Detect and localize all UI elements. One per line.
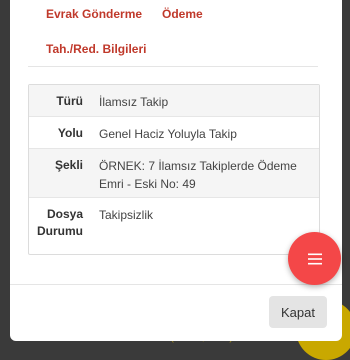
row-label: Şekli bbox=[54, 158, 83, 172]
details-table: Türü İlamsız Takip Yolu Genel Haciz Yolu… bbox=[28, 84, 320, 255]
table-row: Türü İlamsız Takip bbox=[29, 85, 319, 117]
file-detail-modal: Evrak Gönderme Ödeme Tah./Red. Bilgileri… bbox=[10, 0, 342, 341]
menu-fab-button[interactable] bbox=[288, 232, 341, 285]
menu-icon bbox=[307, 253, 322, 264]
row-label: Dosya Durumu bbox=[37, 207, 83, 238]
table-row: Şekli ÖRNEK: 7 İlamsız Takiplerde Ödeme … bbox=[29, 149, 319, 198]
footer-divider bbox=[10, 284, 342, 285]
tab-evrak-gonderme[interactable]: Evrak Gönderme bbox=[46, 7, 142, 21]
tabs-divider bbox=[28, 66, 318, 67]
table-row: Dosya Durumu Takipsizlik bbox=[29, 198, 319, 254]
tab-odeme[interactable]: Ödeme bbox=[162, 7, 203, 21]
row-label: Türü bbox=[56, 94, 83, 108]
table-row: Yolu Genel Haciz Yoluyla Takip bbox=[29, 117, 319, 149]
row-value: Takipsizlik bbox=[99, 208, 154, 222]
row-value: Genel Haciz Yoluyla Takip bbox=[99, 127, 237, 141]
row-value: İlamsız Takip bbox=[99, 95, 169, 109]
row-value: ÖRNEK: 7 İlamsız Takiplerde Ödeme Emri -… bbox=[99, 159, 297, 191]
row-label: Yolu bbox=[57, 126, 83, 140]
close-button[interactable]: Kapat bbox=[269, 296, 327, 328]
tab-tah-red-bilgileri[interactable]: Tah./Red. Bilgileri bbox=[46, 42, 146, 56]
